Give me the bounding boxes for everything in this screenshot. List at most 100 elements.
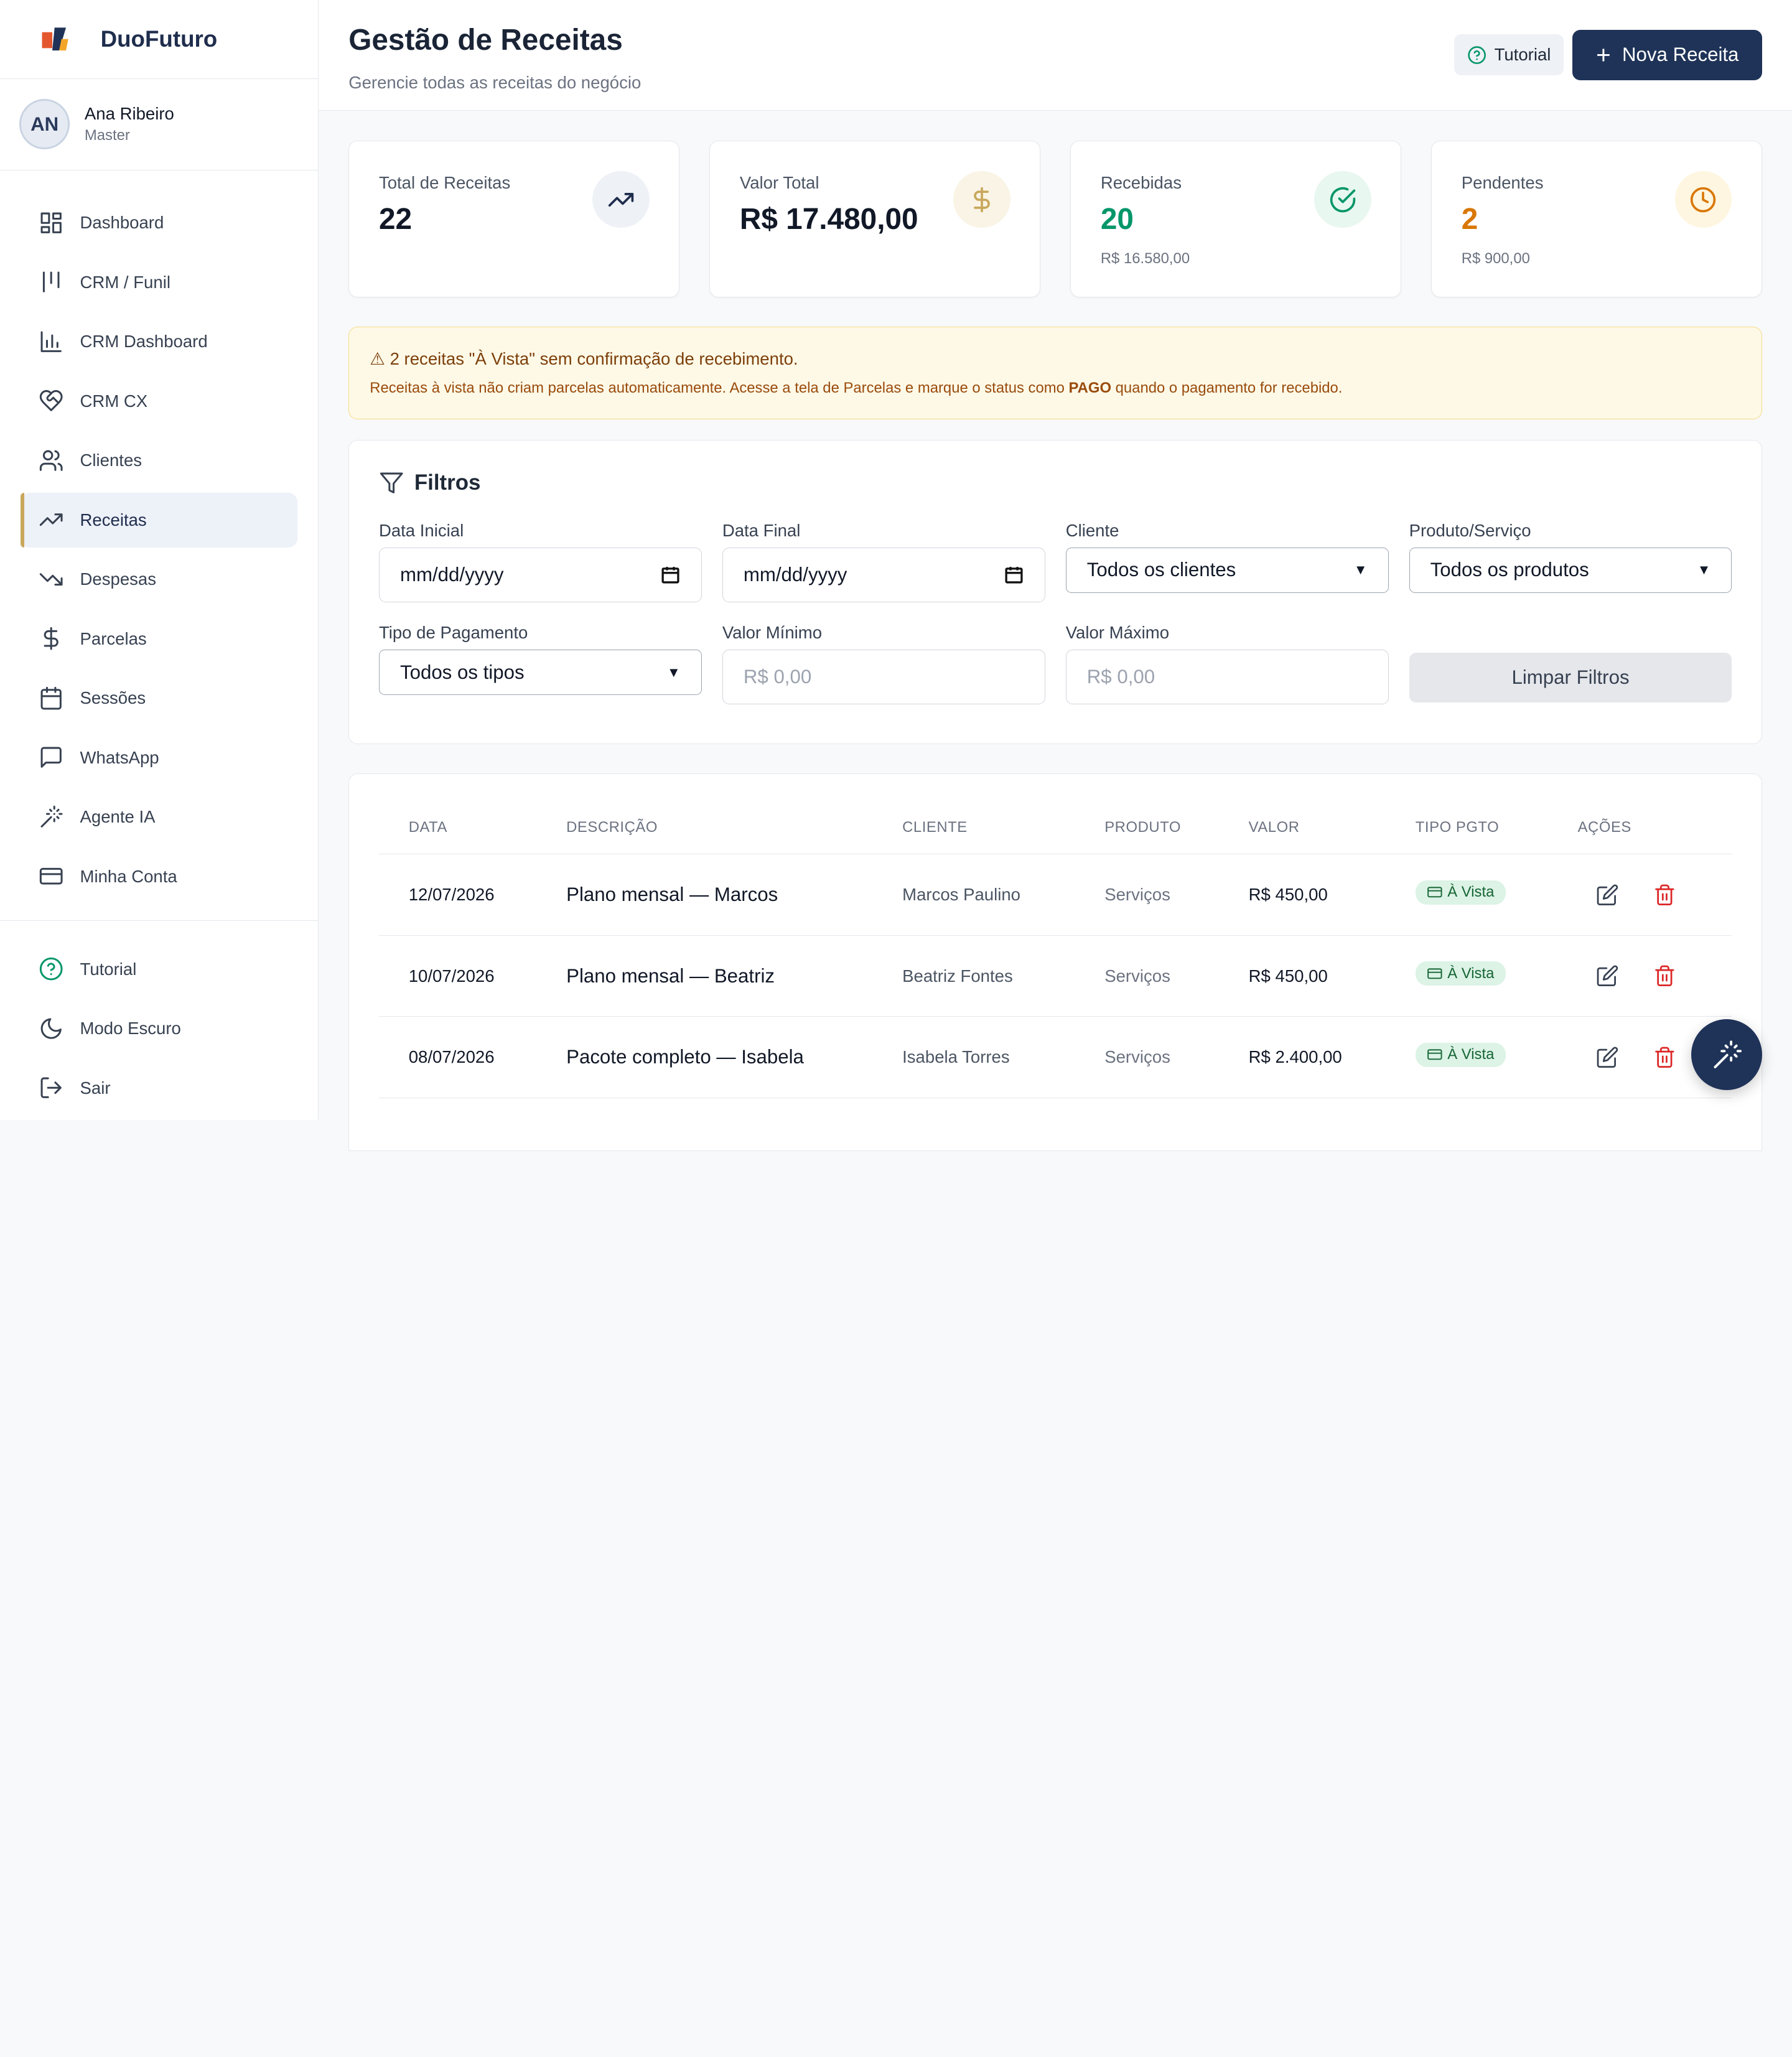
message-icon [40, 747, 62, 768]
table-header: DATA DESCRIÇÃO CLIENTE PRODUTO VALOR TIP… [378, 801, 1732, 855]
check-circle-icon [1314, 170, 1371, 228]
data-inicial-label: Data Inicial [378, 520, 464, 540]
sidebar-item-modo-escuro[interactable]: Modo Escuro [21, 1001, 297, 1056]
sidebar-item-sair[interactable]: Sair [21, 1060, 297, 1115]
calendar-icon [40, 686, 62, 710]
sidebar-item-crm-cx[interactable]: CRM CX [21, 374, 297, 429]
cell-tipo: À Vista [1386, 935, 1548, 1017]
col-cliente[interactable]: CLIENTE [872, 801, 1075, 855]
sidebar-item-label: WhatsApp [80, 747, 159, 767]
sidebar-item-parcelas[interactable]: Parcelas [21, 612, 297, 666]
valor-minimo-label: Valor Mínimo [722, 622, 823, 642]
col-valor[interactable]: VALOR [1218, 801, 1386, 855]
user-name: Ana Ribeiro [84, 103, 174, 123]
clear-filters-button[interactable]: Limpar Filtros [1409, 652, 1732, 703]
trash-icon[interactable] [1653, 1046, 1676, 1069]
sidebar-item-crm-dashboard[interactable]: CRM Dashboard [21, 314, 297, 369]
tutorial-button[interactable]: Tutorial [1454, 34, 1564, 76]
sidebar-bottom: Tutorial Modo Escuro Sair [0, 920, 319, 1120]
chevron-down-icon: ▼ [666, 664, 681, 680]
sidebar-item-tutorial[interactable]: Tutorial [21, 941, 297, 996]
sidebar-item-label: Minha Conta [80, 866, 177, 886]
page-header: Gestão de Receitas Gerencie todas as rec… [319, 0, 1792, 111]
brand-name: DuoFuturo [100, 26, 218, 52]
dollar-icon [953, 170, 1010, 228]
data-inicial-input[interactable]: mm/dd/yyyy [378, 547, 702, 602]
magic-wand-icon [1714, 1040, 1742, 1068]
status-badge: À Vista [1415, 880, 1506, 905]
calendar-icon[interactable] [1004, 564, 1024, 585]
sidebar-item-label: CRM / Funil [80, 272, 170, 292]
calendar-icon[interactable] [660, 564, 681, 585]
sidebar-item-whatsapp[interactable]: WhatsApp [21, 730, 297, 785]
ai-assistant-button[interactable] [1691, 1019, 1763, 1091]
sidebar-item-label: Despesas [80, 569, 157, 589]
col-produto[interactable]: PRODUTO [1075, 801, 1219, 855]
sidebar-item-crm-funil[interactable]: CRM / Funil [21, 255, 297, 310]
cliente-label: Cliente [1065, 520, 1119, 540]
sidebar-item-dashboard[interactable]: Dashboard [21, 195, 297, 250]
produto-select[interactable]: Todos os produtos ▼ [1409, 547, 1732, 594]
cliente-select[interactable]: Todos os clientes ▼ [1065, 547, 1389, 594]
trash-icon[interactable] [1653, 884, 1676, 907]
edit-icon[interactable] [1596, 964, 1619, 987]
sidebar-item-sessoes[interactable]: Sessões [21, 671, 297, 725]
new-receita-label: Nova Receita [1622, 44, 1739, 66]
sidebar-item-label: Sair [80, 1078, 111, 1098]
valor-maximo-input[interactable]: R$ 0,00 [1065, 649, 1389, 705]
sidebar-nav: Dashboard CRM / Funil CRM Dashboard CRM … [0, 170, 318, 921]
cell-valor: R$ 2.400,00 [1218, 1016, 1386, 1098]
status-badge: À Vista [1415, 961, 1506, 986]
table-row[interactable]: 08/07/2026 Pacote completo — Isabela Isa… [378, 1016, 1732, 1098]
brand[interactable]: DuoFuturo [0, 0, 319, 79]
table-row[interactable]: 10/07/2026 Plano mensal — Beatriz Beatri… [378, 935, 1732, 1017]
help-circle-icon [1467, 45, 1486, 64]
alert-text: Receitas à vista não criam parcelas auto… [370, 379, 1343, 396]
cell-valor: R$ 450,00 [1218, 935, 1386, 1017]
col-descricao[interactable]: DESCRIÇÃO [536, 801, 873, 855]
valor-minimo-input[interactable]: R$ 0,00 [722, 649, 1045, 705]
sidebar-item-label: Parcelas [80, 628, 147, 648]
produto-label: Produto/Serviço [1409, 520, 1531, 540]
page-subtitle: Gerencie todas as receitas do negócio [348, 73, 642, 93]
trending-up-icon [592, 170, 650, 228]
credit-card-icon [1427, 968, 1442, 979]
sidebar-item-minha-conta[interactable]: Minha Conta [21, 849, 297, 904]
tipo-pagamento-label: Tipo de Pagamento [378, 622, 528, 642]
help-circle-icon [40, 958, 63, 981]
sidebar-item-agente-ia[interactable]: Agente IA [21, 790, 297, 844]
heart-handshake-icon [40, 390, 63, 412]
data-final-label: Data Final [722, 520, 801, 540]
valor-maximo-label: Valor Máximo [1065, 622, 1170, 642]
status-badge: À Vista [1415, 1042, 1506, 1067]
filter-icon [380, 472, 403, 493]
tutorial-label: Tutorial [1494, 45, 1551, 65]
table-row[interactable]: 12/07/2026 Plano mensal — Marcos Marcos … [378, 854, 1732, 936]
tipo-pagamento-select[interactable]: Todos os tipos ▼ [378, 649, 702, 696]
cell-cliente: Marcos Paulino [872, 854, 1075, 936]
data-final-input[interactable]: mm/dd/yyyy [722, 547, 1045, 602]
sidebar-item-despesas[interactable]: Despesas [21, 552, 297, 607]
new-receita-button[interactable]: + Nova Receita [1572, 29, 1763, 80]
trending-down-icon [40, 573, 63, 586]
edit-icon[interactable] [1596, 884, 1619, 907]
sidebar-item-clientes[interactable]: Clientes [21, 433, 297, 488]
sidebar: DuoFuturo AN Ana Ribeiro Master Dashboar… [0, 0, 319, 1120]
user-profile[interactable]: AN Ana Ribeiro Master [0, 79, 319, 170]
filters-title: Filtros [379, 470, 1732, 495]
sidebar-item-label: Dashboard [80, 213, 164, 233]
cell-data: 08/07/2026 [378, 1016, 537, 1098]
sidebar-item-label: Agente IA [80, 807, 156, 827]
col-data[interactable]: DATA [378, 801, 537, 855]
sidebar-item-label: CRM CX [80, 391, 148, 411]
cell-valor: R$ 450,00 [1218, 854, 1386, 936]
card-pendentes: Pendentes 2 R$ 900,00 [1431, 140, 1763, 297]
col-tipo-pgto[interactable]: TIPO PGTO [1386, 801, 1548, 855]
avatar: AN [19, 99, 70, 150]
sidebar-item-receitas[interactable]: Receitas [21, 492, 298, 548]
trash-icon[interactable] [1653, 964, 1676, 987]
edit-icon[interactable] [1596, 1046, 1619, 1069]
summary-cards: Total de Receitas 22 Valor Total R$ 17.4… [348, 140, 1763, 297]
cell-descricao: Pacote completo — Isabela [536, 1016, 873, 1098]
cell-tipo: À Vista [1386, 1016, 1548, 1098]
